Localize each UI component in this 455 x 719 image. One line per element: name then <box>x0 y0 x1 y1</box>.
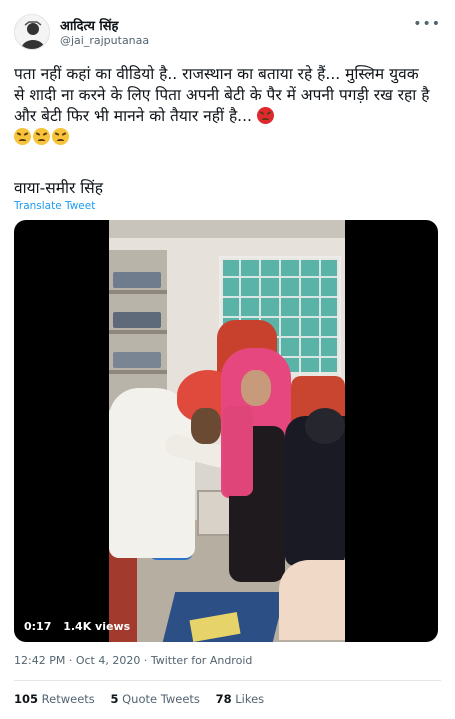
tweet-stats: 105 Retweets 5 Quote Tweets 78 Likes <box>14 692 276 706</box>
translate-tweet-link[interactable]: Translate Tweet <box>14 200 95 212</box>
tweet-time[interactable]: 12:42 PM <box>14 654 65 667</box>
video-frame <box>109 220 345 642</box>
angry-face-icon <box>256 107 274 124</box>
divider <box>14 680 441 681</box>
video-views: 1.4K views <box>63 620 131 633</box>
tweet-meta: 12:42 PM · Oct 4, 2020 · Twitter for And… <box>14 654 252 667</box>
video-info-overlay: 0:17 1.4K views <box>24 620 138 633</box>
likes-stat[interactable]: 78 Likes <box>216 692 265 706</box>
tweet-text: पता नहीं कहां का वीडियो है.. राजस्थान का… <box>14 64 434 148</box>
likes-label: Likes <box>235 692 265 706</box>
tweet-body: पता नहीं कहां का वीडियो है.. राजस्थान का… <box>14 65 430 125</box>
avatar[interactable] <box>14 14 50 50</box>
tired-face-icon <box>14 128 31 145</box>
retweets-count: 105 <box>14 692 39 706</box>
likes-count: 78 <box>215 692 232 706</box>
tweet-source[interactable]: Twitter for Android <box>151 654 253 667</box>
avatar-icon <box>15 15 49 49</box>
tired-face-icon <box>52 128 69 145</box>
user-handle[interactable]: @jai_rajputanaa <box>60 34 149 47</box>
quote-tweets-count: 5 <box>110 692 119 706</box>
quote-tweets-label: Quote Tweets <box>122 692 200 706</box>
video-player[interactable]: 0:17 1.4K views <box>14 220 438 642</box>
more-options-icon[interactable]: ••• <box>413 16 441 32</box>
video-time: 0:17 <box>24 620 52 633</box>
meta-separator: · <box>68 654 73 667</box>
tweet-header: आदित्य सिंह @jai_rajputanaa ••• <box>14 14 441 54</box>
quote-tweets-stat[interactable]: 5 Quote Tweets <box>110 692 199 706</box>
meta-separator: · <box>143 654 148 667</box>
tweet-date[interactable]: Oct 4, 2020 <box>76 654 141 667</box>
via-text: वाया-समीर सिंह <box>14 179 103 197</box>
tired-face-icon <box>33 128 50 145</box>
display-name[interactable]: आदित्य सिंह <box>60 16 118 34</box>
retweets-stat[interactable]: 105 Retweets <box>14 692 95 706</box>
retweets-label: Retweets <box>41 692 95 706</box>
